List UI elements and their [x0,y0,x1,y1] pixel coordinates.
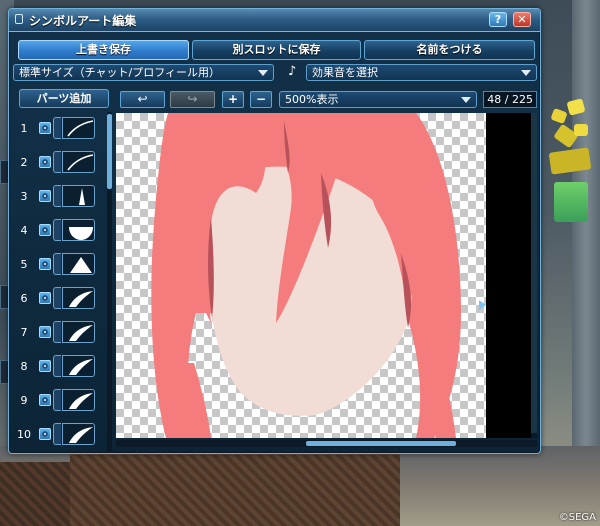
layer-expand-handle[interactable] [53,355,61,377]
layer-row[interactable]: 9 [13,386,105,418]
layer-shape-curve-thick-icon [69,325,93,341]
sound-effect-select[interactable]: 効果音を選択 [306,64,537,81]
canvas-vertical-scrollbar[interactable] [531,113,537,438]
layer-number: 6 [20,292,28,305]
size-select-value: 標準サイズ（チャット/プロフィール用） [19,66,221,79]
size-select[interactable]: 標準サイズ（チャット/プロフィール用） [13,64,274,81]
layer-number: 5 [20,258,28,271]
visibility-eye-icon[interactable] [39,292,51,304]
layer-thumbnail[interactable] [62,151,95,173]
copyright-text: ©SEGA [558,512,596,523]
layer-thumbnail[interactable] [62,117,95,139]
layer-number: 2 [20,156,28,169]
gold-decoration [548,98,594,240]
chevron-down-icon [461,97,471,103]
layer-list-scrollbar[interactable] [107,112,112,452]
layer-thumbnail[interactable] [62,219,95,241]
zoom-select[interactable]: 500%表示 [279,91,477,108]
layer-thumbnail[interactable] [62,185,95,207]
visibility-eye-icon[interactable] [39,190,51,202]
title-bar[interactable]: シンボルアート編集 ? ✕ [9,9,540,32]
close-button[interactable]: ✕ [513,12,531,27]
add-parts-button[interactable]: パーツ追加 [19,89,109,108]
set-name-button[interactable]: 名前をつける [364,40,535,60]
layer-row[interactable]: 6 [13,284,105,316]
layer-shape-spike-icon [79,188,85,205]
layer-number: 10 [17,428,31,441]
layer-expand-handle[interactable] [53,117,61,139]
layer-shape-curve-thick-icon [69,393,93,409]
layer-shape-curve-thick-icon [69,427,93,443]
art-canvas[interactable] [116,113,537,438]
background-chair [0,462,70,526]
layer-expand-handle[interactable] [53,287,61,309]
layer-thumbnail[interactable] [62,321,95,343]
layer-expand-handle[interactable] [53,389,61,411]
layer-row[interactable]: 7 [13,318,105,350]
music-note-icon: ♪ [288,64,297,79]
layer-thumbnail[interactable] [62,253,95,275]
help-button[interactable]: ? [489,12,507,27]
chevron-down-icon [521,70,531,76]
layer-thumbnail[interactable] [62,423,95,445]
layer-number: 9 [20,394,28,407]
layer-thumbnail[interactable] [62,389,95,411]
layer-row[interactable]: 10 [13,420,105,447]
symbol-art-editor-window: シンボルアート編集 ? ✕ 上書き保存 別スロットに保存 名前をつける 標準サイ… [8,8,541,454]
sound-effect-select-value: 効果音を選択 [312,66,378,79]
layer-expand-handle[interactable] [53,253,61,275]
layer-number: 1 [20,122,28,135]
layer-row[interactable]: 1 [13,114,105,146]
layer-number: 7 [20,326,28,339]
canvas-horizontal-scrollbar-thumb[interactable] [306,441,456,446]
layer-list: 1 2 3 4 5 6 7 8 9 10 [13,112,115,447]
layer-thumbnail[interactable] [62,287,95,309]
visibility-eye-icon[interactable] [39,360,51,372]
layer-expand-handle[interactable] [53,219,61,241]
layer-row[interactable]: 8 [13,352,105,384]
canvas-vertical-scrollbar-thumb[interactable] [531,113,537,433]
layer-row[interactable]: 4 [13,216,105,248]
window-title: シンボルアート編集 [29,14,137,28]
redo-button[interactable]: ↪ [170,91,215,108]
layer-shape-curve-thin-icon [67,154,94,171]
layer-shape-curve-thick-icon [69,291,93,307]
undo-button[interactable]: ↩ [120,91,165,108]
layer-number: 8 [20,360,28,373]
layer-expand-handle[interactable] [53,423,61,445]
layer-shape-curve-thick-icon [69,359,93,375]
layer-row[interactable]: 3 [13,182,105,214]
zoom-select-value: 500%表示 [285,93,339,106]
layer-shape-triangle-icon [70,257,92,273]
layer-expand-handle[interactable] [53,185,61,207]
layer-thumbnail[interactable] [62,355,95,377]
visibility-eye-icon[interactable] [39,394,51,406]
layer-shape-half-circle-icon [69,227,93,240]
zoom-in-button[interactable]: + [222,91,244,108]
layer-shape-curve-thin-icon [67,120,94,137]
layer-count: 48 / 225 [483,91,537,108]
overwrite-save-button[interactable]: 上書き保存 [18,40,189,60]
layer-row[interactable]: 5 [13,250,105,282]
layer-expand-handle[interactable] [53,151,61,173]
cursor-pointer-icon [479,300,486,310]
visibility-eye-icon[interactable] [39,428,51,440]
layer-number: 4 [20,224,28,237]
layer-list-scrollbar-thumb[interactable] [107,114,112,189]
canvas-horizontal-scrollbar[interactable] [116,440,537,447]
save-to-other-slot-button[interactable]: 別スロットに保存 [192,40,361,60]
chevron-down-icon [258,70,268,76]
visibility-eye-icon[interactable] [39,122,51,134]
layer-expand-handle[interactable] [53,321,61,343]
visibility-eye-icon[interactable] [39,224,51,236]
layer-number: 3 [20,190,28,203]
visibility-eye-icon[interactable] [39,326,51,338]
background-sofa [70,452,400,526]
visibility-eye-icon[interactable] [39,258,51,270]
zoom-out-button[interactable]: − [250,91,272,108]
visibility-eye-icon[interactable] [39,156,51,168]
symbol-art-drawing [151,113,462,438]
window-icon [15,14,23,24]
layer-row[interactable]: 2 [13,148,105,180]
